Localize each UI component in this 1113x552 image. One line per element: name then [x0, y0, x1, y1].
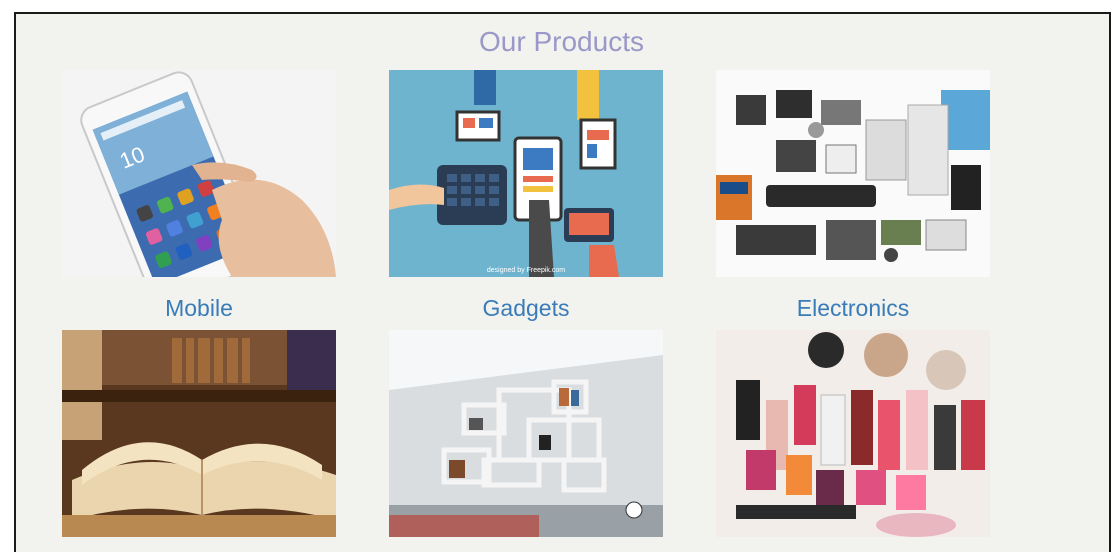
gadgets-image[interactable]: designed by Freepik.com — [389, 70, 663, 277]
books-image[interactable] — [62, 330, 336, 537]
section-title: Our Products — [479, 26, 644, 57]
product-label-electronics[interactable]: Electronics — [716, 295, 990, 321]
product-label-mobile[interactable]: Mobile — [62, 295, 336, 321]
freepik-credit: designed by Freepik.com — [487, 267, 565, 274]
product-label-gadgets[interactable]: Gadgets — [389, 295, 663, 321]
furniture-image[interactable] — [389, 330, 663, 537]
mobile-image[interactable]: 10 — [62, 70, 336, 277]
electronics-image[interactable] — [716, 70, 990, 277]
cosmetics-image[interactable] — [716, 330, 990, 537]
